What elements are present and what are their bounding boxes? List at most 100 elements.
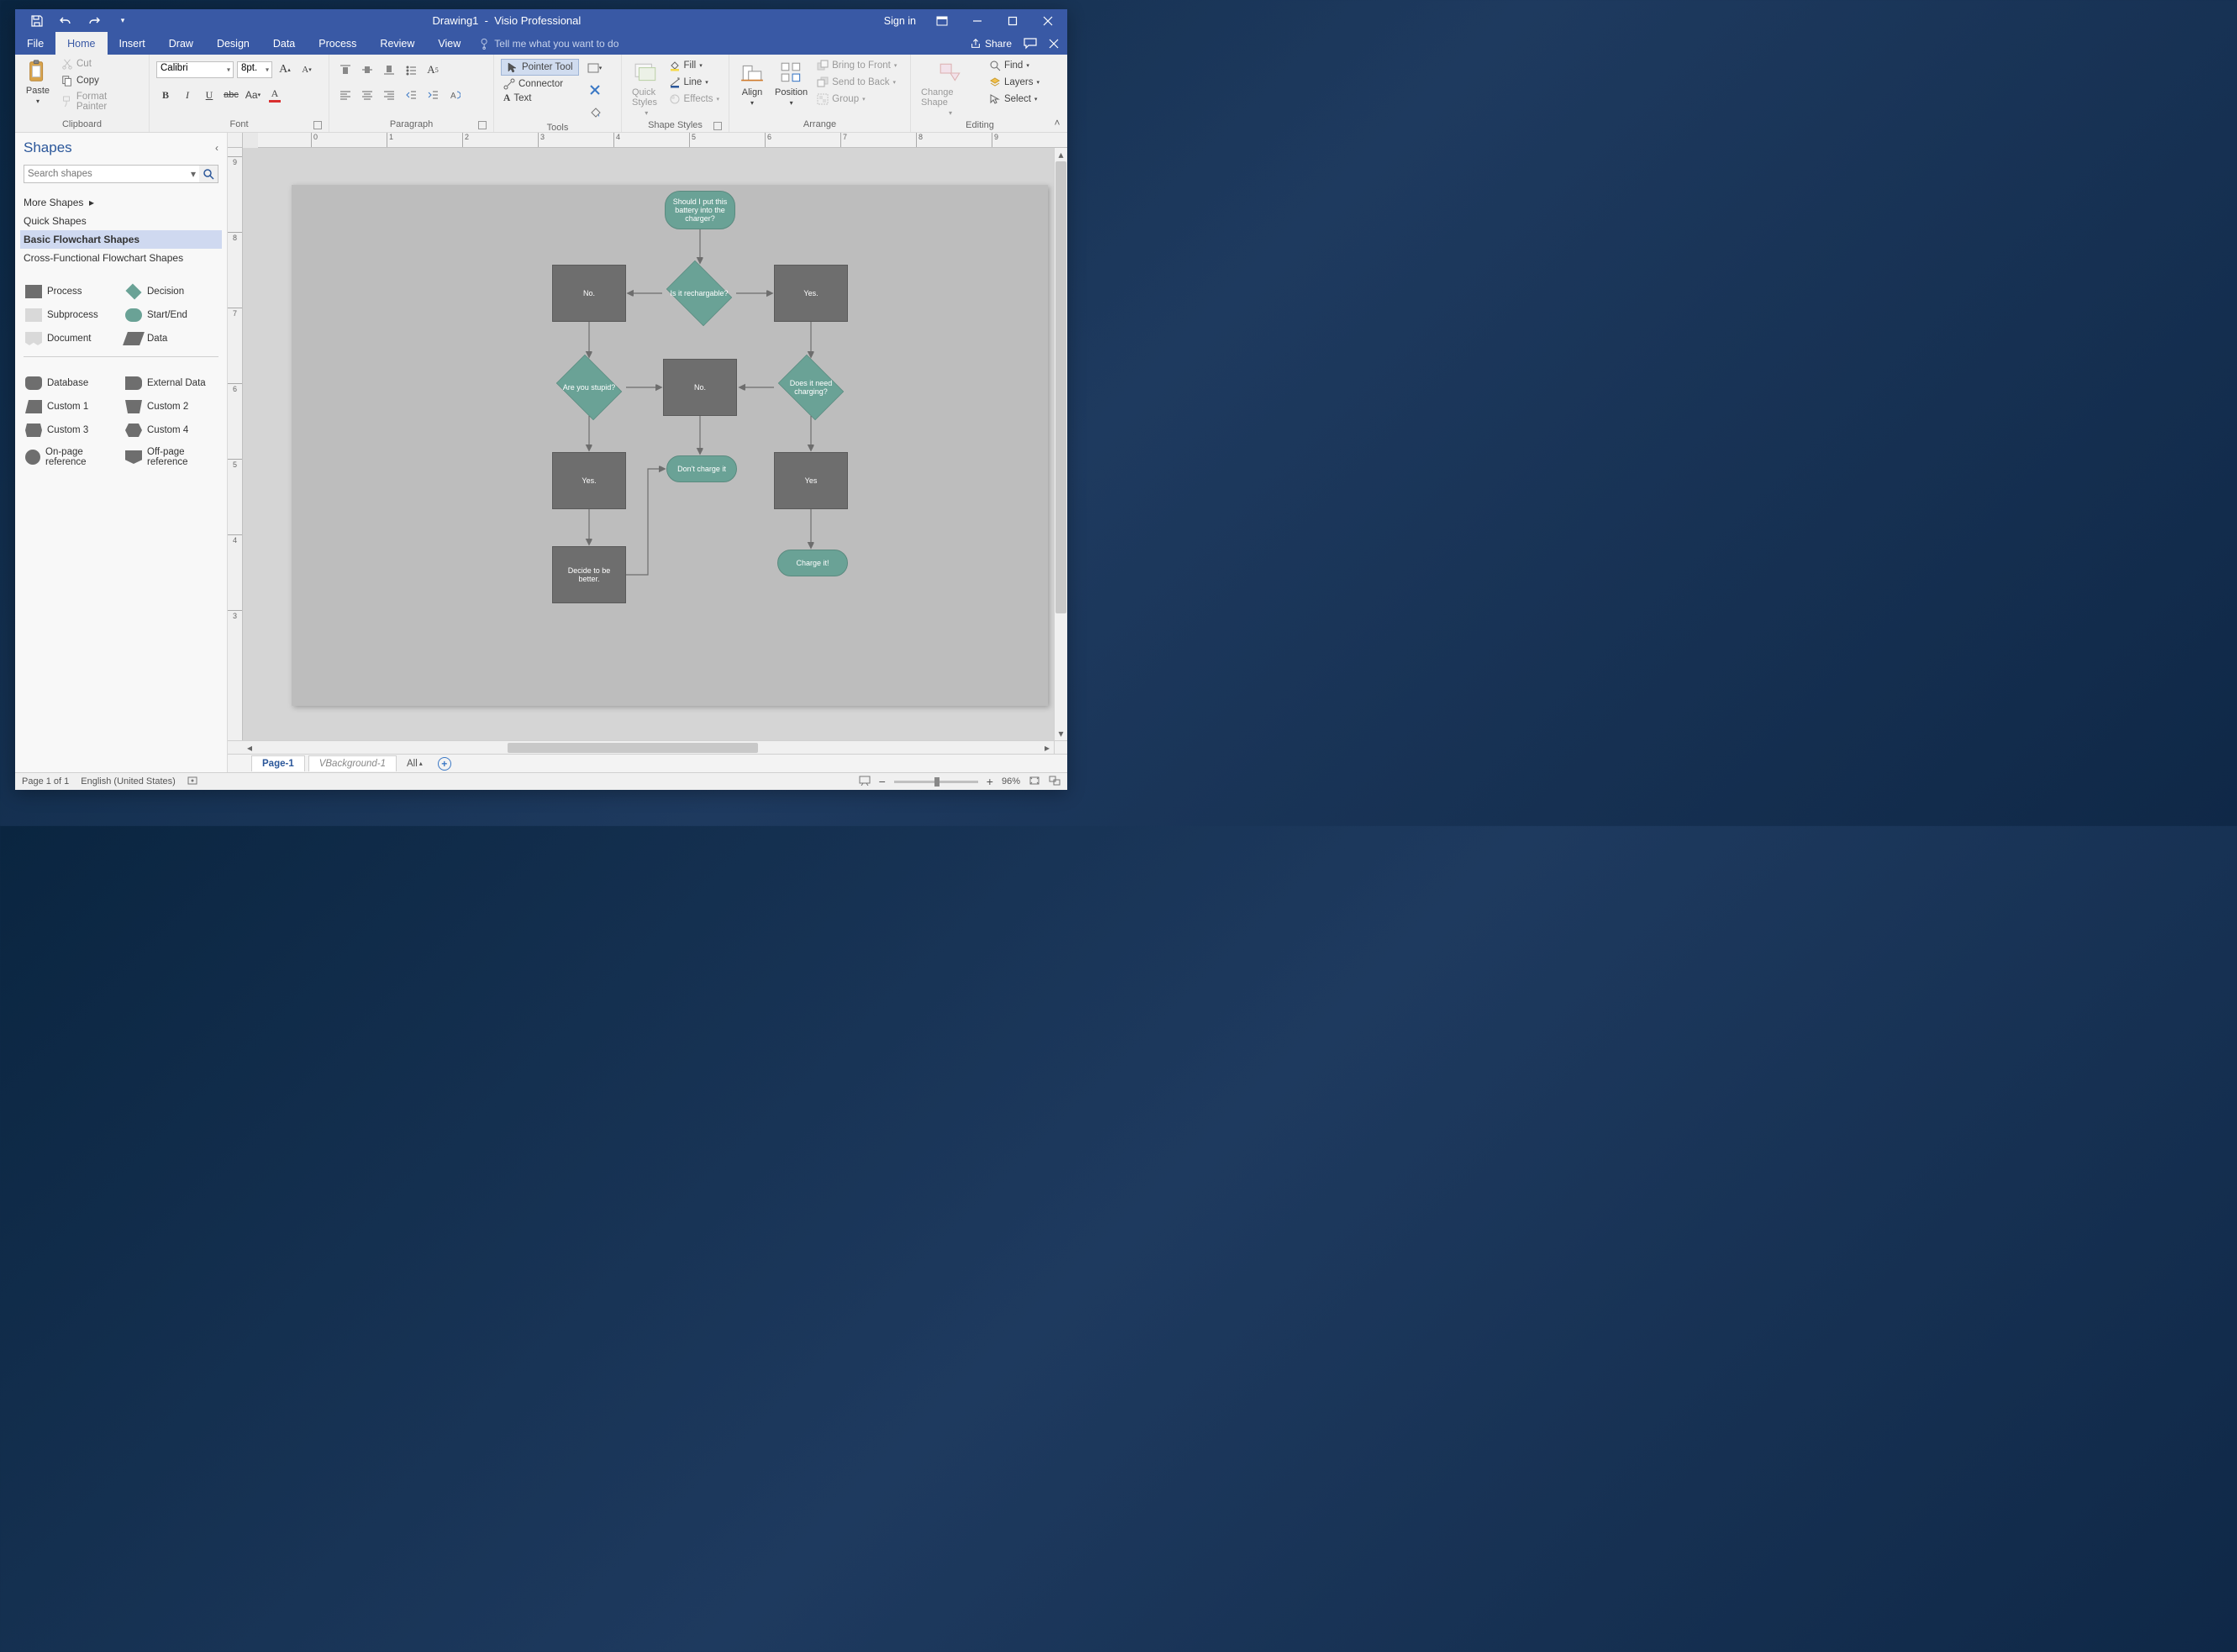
ribbon-display-icon[interactable] [933, 12, 951, 30]
comments-icon[interactable] [1024, 38, 1037, 50]
canvas-viewport[interactable]: Should I put this battery into the charg… [243, 148, 1054, 740]
save-icon[interactable] [30, 14, 44, 28]
page-indicator[interactable]: Page 1 of 1 [22, 776, 69, 787]
undo-icon[interactable] [59, 14, 72, 28]
paragraph-dialog-icon[interactable] [478, 121, 487, 129]
vscroll-thumb[interactable] [1055, 161, 1066, 613]
align-bottom-icon[interactable] [380, 61, 398, 79]
rotate-text-icon[interactable]: A [445, 86, 464, 104]
search-dropdown-icon[interactable]: ▾ [187, 166, 199, 182]
font-color-icon[interactable]: A [266, 86, 284, 104]
shape-database[interactable]: Database [24, 372, 118, 394]
macro-recorder-icon[interactable] [187, 776, 197, 788]
shape-data[interactable]: Data [124, 328, 218, 350]
tab-view[interactable]: View [426, 32, 472, 55]
shape-styles-dialog-icon[interactable] [713, 122, 722, 130]
copy-button[interactable]: Copy [59, 74, 142, 87]
cut-button[interactable]: Cut [59, 57, 142, 71]
zoom-out-icon[interactable]: − [879, 775, 886, 788]
shape-process[interactable]: Process [24, 281, 118, 303]
signin-link[interactable]: Sign in [884, 15, 916, 27]
text-tool-button[interactable]: AText [501, 92, 579, 104]
change-case-icon[interactable]: Aa▾ [244, 86, 262, 104]
tab-insert[interactable]: Insert [108, 32, 157, 55]
text-size-icon[interactable]: A5 [424, 61, 442, 79]
align-center-icon[interactable] [358, 86, 376, 104]
shape-subprocess[interactable]: Subprocess [24, 304, 118, 326]
align-button[interactable]: Align▾ [736, 59, 768, 108]
tab-data[interactable]: Data [261, 32, 307, 55]
zoom-level[interactable]: 96% [1002, 776, 1020, 787]
fit-page-icon[interactable] [1029, 776, 1040, 788]
search-shapes-input[interactable] [24, 166, 187, 182]
italic-icon[interactable]: I [178, 86, 197, 104]
tab-review[interactable]: Review [368, 32, 426, 55]
find-button[interactable]: Find ▾ [987, 59, 1042, 72]
tellme-search[interactable]: Tell me what you want to do [472, 32, 618, 55]
vertical-scrollbar[interactable]: ▴ ▾ [1054, 148, 1067, 740]
connector-tool-button[interactable]: Connector [501, 77, 579, 91]
bullets-icon[interactable] [402, 61, 420, 79]
shape-custom3[interactable]: Custom 3 [24, 419, 118, 441]
search-shapes[interactable]: ▾ [24, 165, 218, 183]
tab-home[interactable]: Home [55, 32, 107, 55]
stencil-basic-flowchart[interactable]: Basic Flowchart Shapes [20, 230, 222, 249]
font-dialog-icon[interactable] [313, 121, 322, 129]
scroll-down-icon[interactable]: ▾ [1055, 727, 1067, 740]
font-size-combo[interactable]: 8pt.▾ [237, 61, 272, 78]
redo-icon[interactable] [87, 14, 101, 28]
position-button[interactable]: Position▾ [771, 59, 811, 108]
pointer-tool-button[interactable]: Pointer Tool [501, 59, 579, 76]
tab-draw[interactable]: Draw [157, 32, 205, 55]
grow-font-icon[interactable]: A▴ [276, 61, 294, 79]
zoom-in-icon[interactable]: + [987, 775, 993, 788]
stencil-quick-shapes[interactable]: Quick Shapes [24, 212, 218, 230]
stencil-crossfunctional[interactable]: Cross-Functional Flowchart Shapes [24, 249, 218, 267]
shrink-font-icon[interactable]: A▾ [297, 61, 316, 79]
shape-document[interactable]: Document [24, 328, 118, 350]
effects-button[interactable]: Effects ▾ [666, 92, 722, 106]
tab-process[interactable]: Process [307, 32, 368, 55]
underline-icon[interactable]: U [200, 86, 218, 104]
qat-customize-icon[interactable]: ▾ [116, 14, 129, 28]
font-family-combo[interactable]: Calibri▾ [156, 61, 234, 78]
connection-point-icon[interactable] [586, 81, 604, 99]
bold-icon[interactable]: B [156, 86, 175, 104]
bring-to-front-button[interactable]: Bring to Front ▾ [814, 59, 899, 72]
align-top-icon[interactable] [336, 61, 355, 79]
shape-custom2[interactable]: Custom 2 [124, 396, 218, 418]
hscroll-thumb[interactable] [508, 743, 759, 753]
layers-button[interactable]: Layers ▾ [987, 76, 1042, 89]
send-to-back-button[interactable]: Send to Back ▾ [814, 76, 899, 89]
shape-external-data[interactable]: External Data [124, 372, 218, 394]
presentation-mode-icon[interactable] [859, 776, 871, 788]
scroll-up-icon[interactable]: ▴ [1055, 148, 1067, 161]
share-button[interactable]: Share [970, 38, 1012, 50]
align-left-icon[interactable] [336, 86, 355, 104]
pan-zoom-icon[interactable] [1049, 776, 1061, 788]
shape-decision[interactable]: Decision [124, 281, 218, 303]
add-page-icon[interactable]: + [438, 757, 451, 771]
scroll-left-icon[interactable]: ◂ [243, 741, 256, 755]
align-right-icon[interactable] [380, 86, 398, 104]
page-tab-vbackground[interactable]: VBackground-1 [308, 755, 397, 771]
tab-design[interactable]: Design [205, 32, 261, 55]
all-pages-button[interactable]: All ▴ [400, 759, 429, 769]
close-icon[interactable] [1039, 12, 1057, 30]
page-tab-1[interactable]: Page-1 [251, 755, 305, 771]
line-button[interactable]: Line ▾ [666, 76, 722, 89]
paste-button[interactable]: Paste ▾ [22, 57, 54, 107]
search-icon[interactable] [199, 166, 218, 182]
strikethrough-icon[interactable]: abc [222, 86, 240, 104]
drawing-page[interactable]: Should I put this battery into the charg… [292, 185, 1048, 706]
minimize-icon[interactable] [968, 12, 987, 30]
close-doc-icon[interactable] [1049, 39, 1059, 49]
format-painter-button[interactable]: Format Painter [59, 91, 142, 113]
shape-custom1[interactable]: Custom 1 [24, 396, 118, 418]
select-button[interactable]: Select ▾ [987, 92, 1042, 106]
align-middle-icon[interactable] [358, 61, 376, 79]
quick-styles-button[interactable]: Quick Styles▾ [629, 59, 665, 118]
language-indicator[interactable]: English (United States) [81, 776, 176, 787]
change-shape-button[interactable]: Change Shape▾ [918, 59, 983, 118]
more-shapes-item[interactable]: More Shapes ▸ [24, 193, 218, 212]
